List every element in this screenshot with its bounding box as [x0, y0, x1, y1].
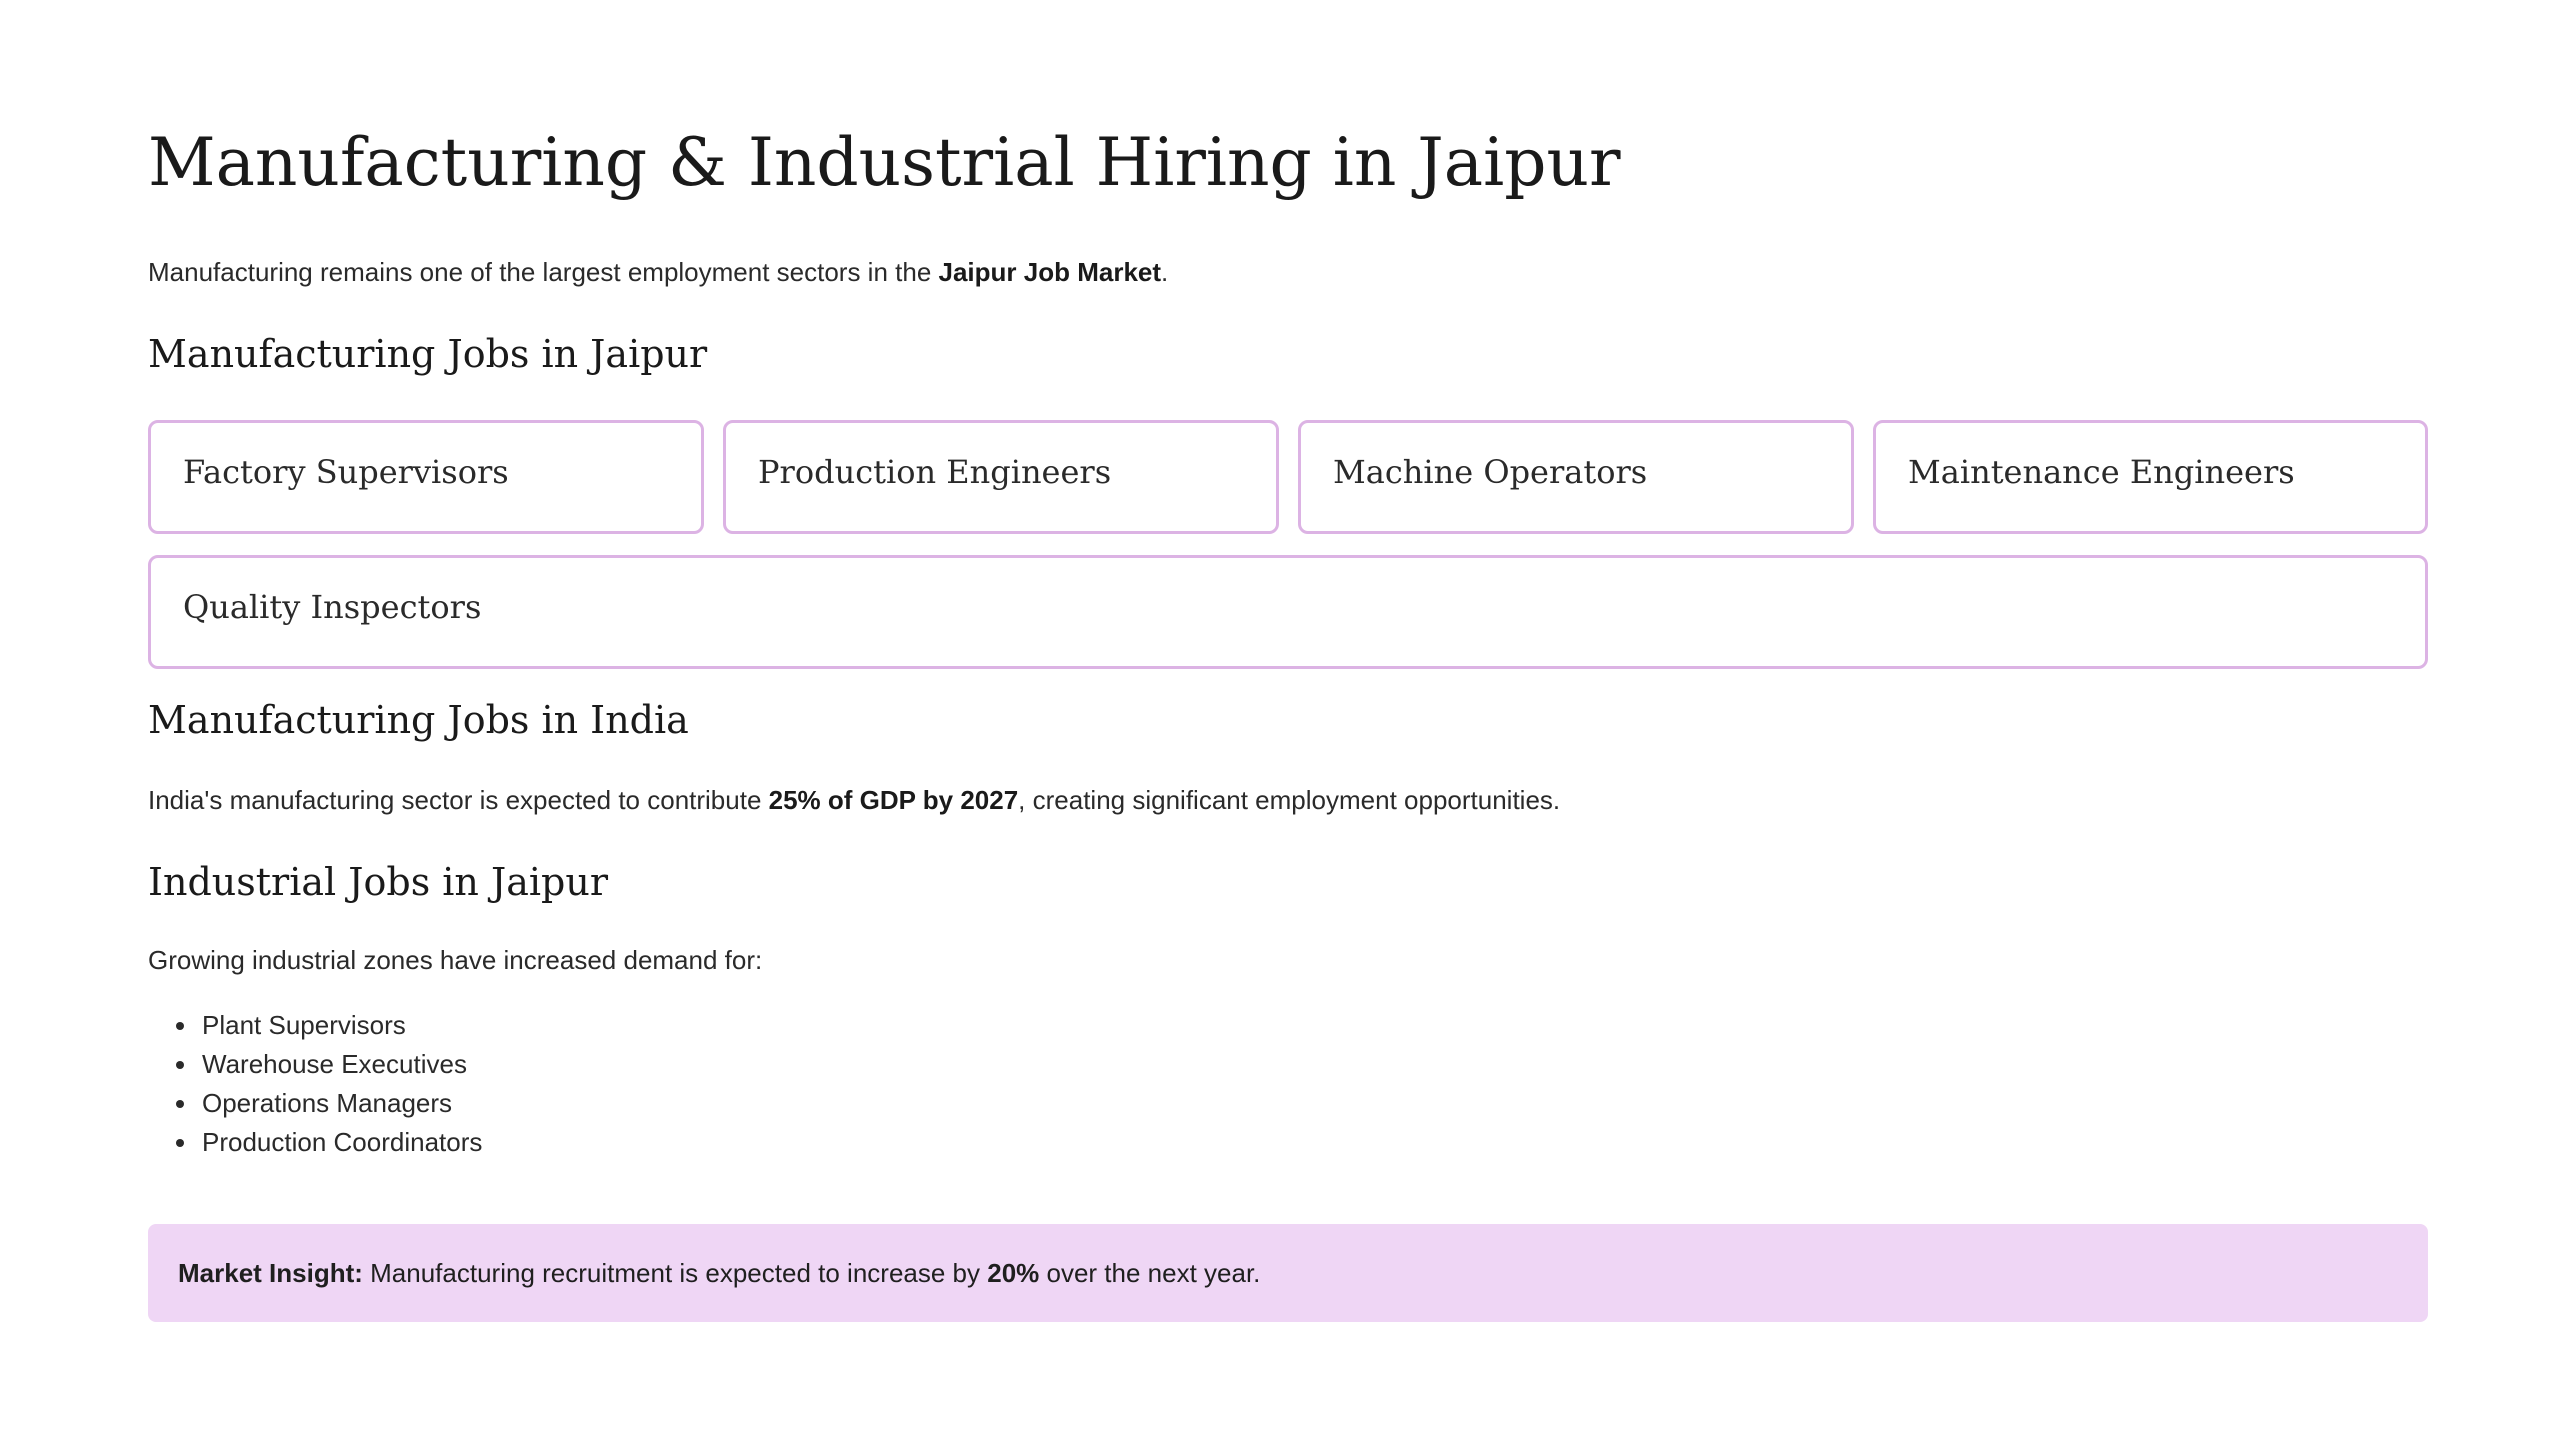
page-title: Manufacturing & Industrial Hiring in Jai… [148, 124, 1621, 201]
list-item: Plant Supervisors [148, 1006, 482, 1045]
industrial-roles-list: Plant Supervisors Warehouse Executives O… [148, 1006, 482, 1162]
india-bold: 25% of GDP by 2027 [768, 785, 1019, 815]
industrial-intro: Growing industrial zones have increased … [148, 945, 763, 975]
intro-text-end: . [1161, 257, 1169, 287]
india-text-end: , creating significant employment opport… [1018, 785, 1561, 815]
intro-bold: Jaipur Job Market [938, 257, 1162, 287]
india-text: India's manufacturing sector is expected… [148, 785, 769, 815]
india-paragraph: India's manufacturing sector is expected… [148, 782, 1560, 818]
insight-bold: 20% [987, 1257, 1040, 1288]
role-card-label: Machine Operators [1333, 453, 1648, 491]
role-card-label: Factory Supervisors [183, 453, 509, 491]
section-heading-jaipur: Manufacturing Jobs in Jaipur [148, 332, 708, 376]
list-item: Production Coordinators [148, 1123, 482, 1162]
intro-text: Manufacturing remains one of the largest… [148, 257, 939, 287]
list-item: Operations Managers [148, 1084, 482, 1123]
market-insight-callout: Market Insight: Manufacturing recruitmen… [148, 1224, 2428, 1322]
section-heading-industrial: Industrial Jobs in Jaipur [148, 860, 608, 904]
role-card-label: Production Engineers [758, 453, 1112, 491]
role-card-label: Quality Inspectors [183, 588, 482, 626]
insight-label: Market Insight: [178, 1257, 363, 1288]
section-heading-india: Manufacturing Jobs in India [148, 698, 689, 742]
role-card-label: Maintenance Engineers [1908, 453, 2295, 491]
insight-text-end: over the next year. [1039, 1257, 1261, 1288]
list-item: Warehouse Executives [148, 1045, 482, 1084]
role-card-production-engineers: Production Engineers [723, 420, 1279, 534]
role-card-factory-supervisors: Factory Supervisors [148, 420, 704, 534]
role-card-machine-operators: Machine Operators [1298, 420, 1854, 534]
role-card-maintenance-engineers: Maintenance Engineers [1873, 420, 2428, 534]
role-card-quality-inspectors: Quality Inspectors [148, 555, 2428, 669]
intro-paragraph: Manufacturing remains one of the largest… [148, 254, 1168, 290]
insight-text: Manufacturing recruitment is expected to… [362, 1257, 988, 1288]
